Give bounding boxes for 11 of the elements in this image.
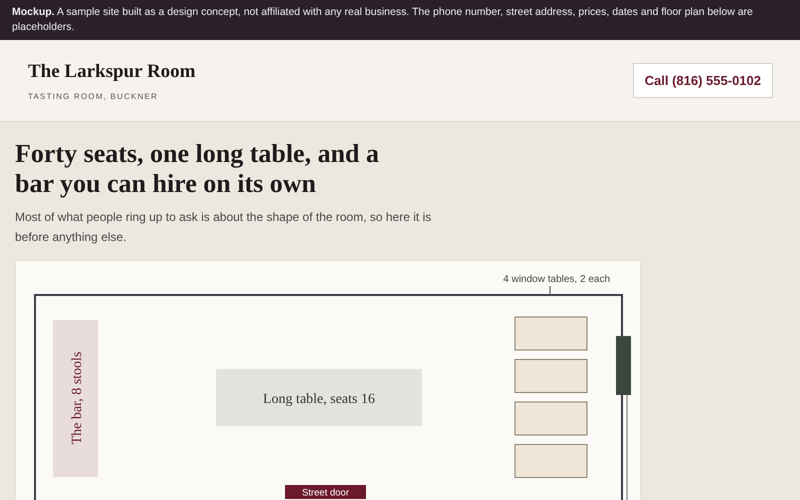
call-button[interactable]: Call (816) 555-0102 bbox=[632, 63, 773, 98]
site-title[interactable]: The Larkspur Room bbox=[28, 60, 196, 82]
mockup-notice: Mockup. A sample site built as a design concept, not affiliated with any real business. The phone number, street address, prices, dates and floor plan below are placeholders. bbox=[12, 5, 754, 35]
page-heading: Forty seats, one long table, and a bar you can hire on its own bbox=[15, 139, 380, 199]
long-table-label: Long table, seats 16 bbox=[263, 392, 375, 407]
intro-text: Most of what people ring up to ask is about the shape of the room, so here it is before anything else. bbox=[15, 209, 432, 246]
site-subtitle: TASTING ROOM, BUCKNER bbox=[28, 92, 159, 100]
street-door-label: Street door bbox=[285, 485, 366, 499]
bar-label: The bar, 8 stools bbox=[70, 352, 85, 444]
window-tables-label: 4 window tables, 2 each bbox=[503, 274, 610, 285]
window bbox=[616, 336, 631, 395]
